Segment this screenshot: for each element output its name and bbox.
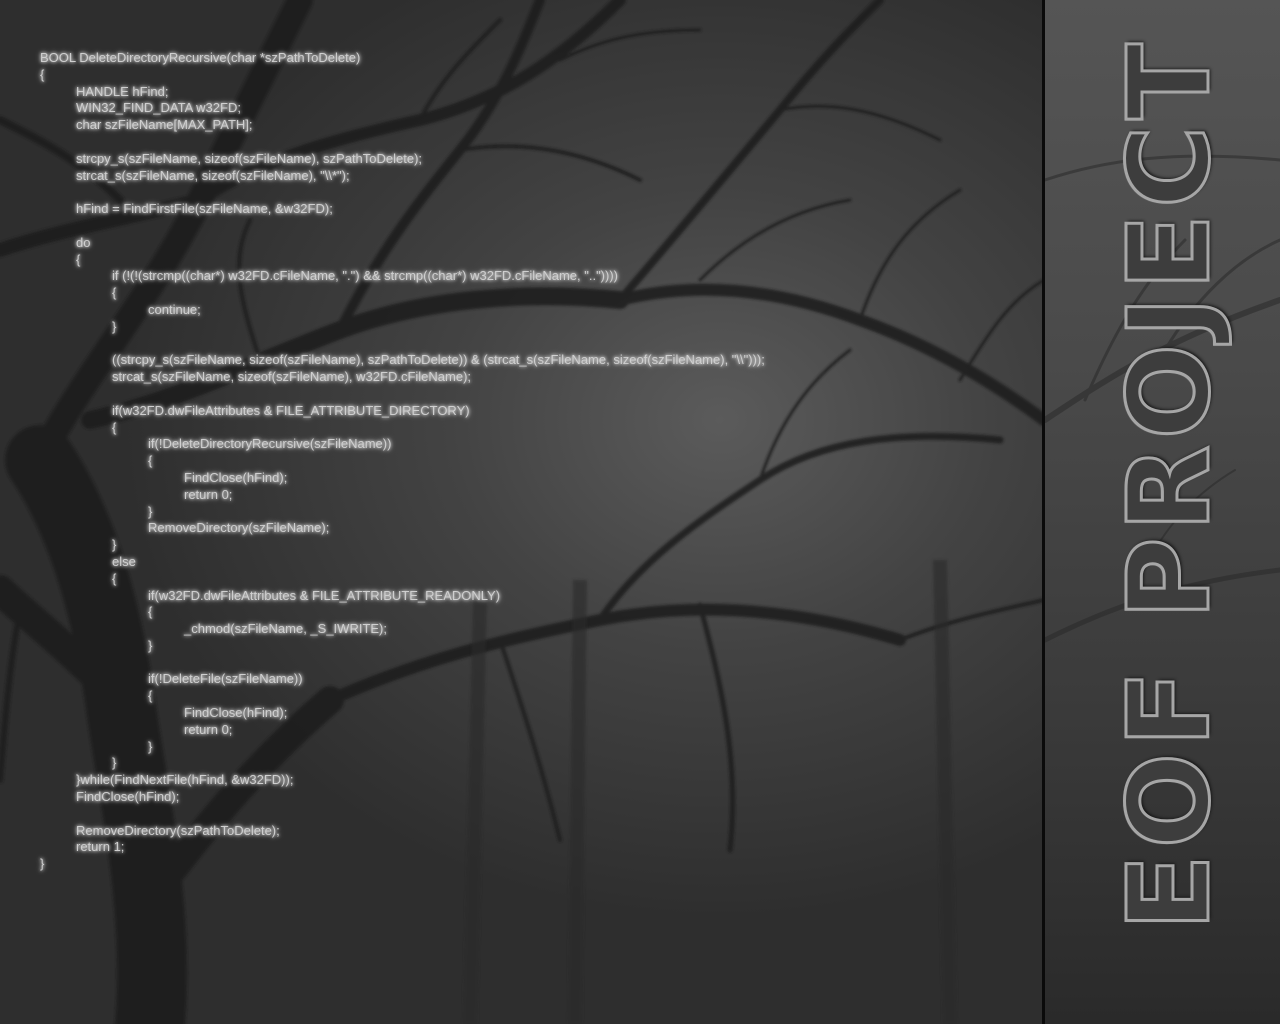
code-line: HANDLE hFind;: [76, 83, 169, 99]
code-line: {: [148, 453, 153, 469]
code-line: strcpy_s(szFileName, sizeof(szFileName),…: [76, 150, 423, 166]
code-line: return 0;: [184, 721, 233, 737]
code-line: else: [112, 553, 136, 569]
code-line: }: [40, 856, 45, 872]
code-line: if (!(!(strcmp((char*) w32FD.cFileName, …: [112, 268, 618, 284]
code-line: if(w32FD.dwFileAttributes & FILE_ATTRIBU…: [112, 402, 470, 418]
code-line: {: [112, 285, 117, 301]
code-line: }: [112, 318, 117, 334]
code-line: char szFileName[MAX_PATH];: [76, 117, 253, 133]
code-line: if(!DeleteFile(szFileName)): [148, 671, 303, 687]
code-line: strcat_s(szFileName, sizeof(szFileName),…: [76, 167, 350, 183]
code-line: FindClose(hFind);: [184, 469, 288, 485]
code-line: {: [148, 688, 153, 704]
code-line: strcat_s(szFileName, sizeof(szFileName),…: [112, 369, 472, 385]
code-listing: BOOL DeleteDirectoryRecursive(char *szPa…: [40, 50, 765, 873]
code-line: }: [148, 738, 153, 754]
code-line: }while(FindNextFile(hFind, &w32FD));: [76, 772, 294, 788]
code-line: return 0;: [184, 486, 233, 502]
code-line: BOOL DeleteDirectoryRecursive(char *szPa…: [40, 50, 361, 65]
code-line: }: [148, 503, 153, 519]
eof-project-title: EOF PROJECT: [1104, 36, 1237, 933]
code-line: RemoveDirectory(szPathToDelete);: [76, 822, 280, 838]
code-line: FindClose(hFind);: [184, 705, 288, 721]
code-line: if(!DeleteDirectoryRecursive(szFileName)…: [148, 436, 392, 452]
code-line: {: [112, 419, 117, 435]
code-line: return 1;: [76, 839, 125, 855]
code-line: hFind = FindFirstFile(szFileName, &w32FD…: [76, 201, 333, 217]
code-line: if(w32FD.dwFileAttributes & FILE_ATTRIBU…: [148, 587, 501, 603]
code-line: }: [112, 755, 117, 771]
code-line: continue;: [148, 301, 201, 317]
code-line: }: [112, 537, 117, 553]
code-line: RemoveDirectory(szFileName);: [148, 520, 330, 536]
code-line: WIN32_FIND_DATA w32FD;: [76, 100, 241, 116]
code-line: {: [148, 604, 153, 620]
code-line: {: [76, 251, 81, 267]
code-line: _chmod(szFileName, _S_IWRITE);: [184, 621, 387, 637]
code-line: ((strcpy_s(szFileName, sizeof(szFileName…: [112, 352, 765, 368]
code-line: FindClose(hFind);: [76, 789, 180, 805]
code-line: {: [112, 570, 117, 586]
code-line: }: [148, 637, 153, 653]
code-line: do: [76, 234, 91, 250]
code-line: {: [40, 66, 45, 82]
